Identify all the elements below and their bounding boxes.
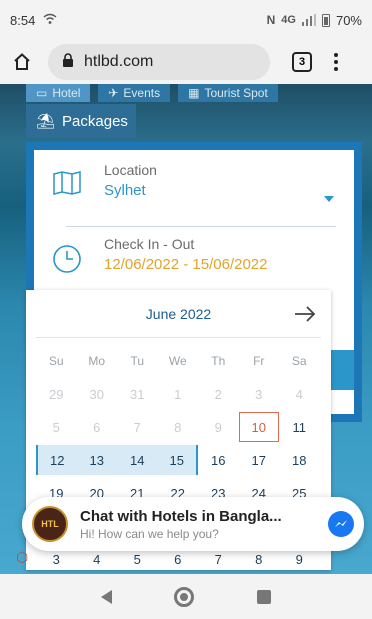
weekday-label: Mo bbox=[88, 354, 106, 368]
weekday-label: Fr bbox=[253, 354, 265, 368]
weekday-label: Tu bbox=[130, 354, 145, 368]
calendar-day: 2 bbox=[214, 386, 222, 402]
battery-icon bbox=[321, 13, 330, 27]
calendar-day[interactable]: 10 bbox=[238, 412, 279, 442]
tab-hotel[interactable]: ▭ Hotel bbox=[26, 84, 91, 102]
battery-level: 70% bbox=[335, 12, 362, 28]
calendar-week-row: 12 13 14 15 16 17 18 bbox=[36, 445, 320, 475]
calendar-day: 6 bbox=[93, 419, 101, 435]
checkin-label: Check In - Out bbox=[104, 236, 195, 252]
packages-icon: ⛱ bbox=[36, 113, 56, 130]
calendar-day[interactable]: 15 bbox=[157, 445, 198, 475]
search-type-tabs: ▭ Hotel ✈ Events ▦ Tourist Spot bbox=[26, 84, 286, 102]
calendar-day[interactable]: 14 bbox=[117, 445, 158, 475]
calendar-week-row: 29 30 31 1 2 3 4 bbox=[36, 379, 320, 409]
chat-subtitle: Hi! How can we help you? bbox=[80, 526, 219, 541]
calendar-day[interactable]: 13 bbox=[76, 445, 117, 475]
weekday-label: Th bbox=[211, 354, 226, 368]
map-icon bbox=[52, 170, 84, 202]
calendar-day: 3 bbox=[255, 386, 263, 402]
calendar-day: 29 bbox=[49, 386, 64, 402]
checkin-dates: 12/06/2022 - 15/06/2022 bbox=[104, 256, 268, 273]
calendar-day: 7 bbox=[133, 419, 141, 435]
divider bbox=[66, 226, 336, 227]
url-text: htlbd.com bbox=[84, 53, 154, 70]
arrow-right-icon bbox=[295, 306, 316, 322]
calendar-day: 9 bbox=[214, 419, 222, 435]
calendar-day[interactable]: 17 bbox=[239, 445, 280, 475]
calendar-day[interactable]: 16 bbox=[198, 445, 239, 475]
system-navigation-bar bbox=[0, 574, 372, 619]
signal-icon bbox=[301, 14, 316, 26]
weekday-header-row: Su Mo Tu We Th Fr Sa bbox=[36, 346, 320, 376]
overflow-menu-button[interactable] bbox=[334, 53, 338, 71]
recent-apps-icon[interactable] bbox=[256, 589, 271, 604]
home-button[interactable] bbox=[8, 48, 36, 76]
next-month-button[interactable] bbox=[293, 302, 317, 326]
tourist-spot-icon: ▦ bbox=[188, 86, 200, 100]
chat-widget[interactable]: HTL Chat with Hotels in Bangla... Hi! Ho… bbox=[22, 497, 364, 551]
back-icon[interactable] bbox=[101, 589, 113, 604]
clock-icon bbox=[52, 244, 84, 276]
weekday-label: Sa bbox=[291, 354, 307, 368]
status-bar: 8:54 N 4G 70% bbox=[0, 0, 372, 40]
tab-tourist-spot[interactable]: ▦ Tourist Spot bbox=[178, 84, 278, 102]
calendar-day: 31 bbox=[130, 386, 145, 402]
brand-logo: HTL bbox=[32, 506, 68, 542]
tab-packages[interactable]: ⛱ Packages bbox=[26, 104, 136, 138]
events-icon: ✈ bbox=[108, 86, 119, 100]
status-time: 8:54 bbox=[10, 12, 36, 28]
nfc-icon: N bbox=[266, 13, 276, 27]
location-label: Location bbox=[104, 162, 157, 178]
calendar-day: 8 bbox=[174, 419, 182, 435]
messenger-icon[interactable] bbox=[328, 511, 354, 537]
address-bar[interactable]: htlbd.com bbox=[48, 44, 270, 80]
wifi-icon bbox=[43, 13, 57, 28]
calendar-header: June 2022 bbox=[36, 290, 321, 338]
home-nav-icon[interactable] bbox=[174, 586, 195, 607]
calendar-week-row: 5 6 7 8 9 10 11 bbox=[36, 412, 320, 442]
browser-toolbar: htlbd.com 3 bbox=[0, 40, 372, 84]
calendar-day[interactable]: 11 bbox=[279, 412, 320, 442]
location-value: Sylhet bbox=[104, 182, 146, 199]
calendar-month-title: June 2022 bbox=[145, 305, 212, 322]
network-type: 4G bbox=[281, 14, 296, 26]
tab-events[interactable]: ✈ Events bbox=[98, 84, 171, 102]
chevron-down-icon[interactable] bbox=[324, 196, 334, 202]
tab-switcher-button[interactable]: 3 bbox=[292, 52, 312, 72]
weekday-label: We bbox=[168, 354, 187, 368]
calendar-day: 1 bbox=[174, 386, 182, 402]
floating-badge-icon[interactable]: ⬡ bbox=[16, 549, 38, 571]
calendar-day[interactable]: 18 bbox=[279, 445, 320, 475]
calendar-day: 5 bbox=[52, 419, 60, 435]
chat-title: Chat with Hotels in Bangla... bbox=[80, 507, 282, 525]
checkin-field[interactable]: Check In - Out 12/06/2022 - 15/06/2022 bbox=[52, 236, 336, 276]
lock-icon bbox=[62, 52, 74, 72]
hotel-icon: ▭ bbox=[36, 86, 48, 100]
calendar-day: 4 bbox=[295, 386, 303, 402]
weekday-label: Su bbox=[48, 354, 64, 368]
home-icon bbox=[14, 53, 30, 70]
calendar-day[interactable]: 12 bbox=[36, 445, 77, 475]
calendar-day: 30 bbox=[89, 386, 104, 402]
location-field[interactable]: Location Sylhet bbox=[52, 162, 336, 202]
